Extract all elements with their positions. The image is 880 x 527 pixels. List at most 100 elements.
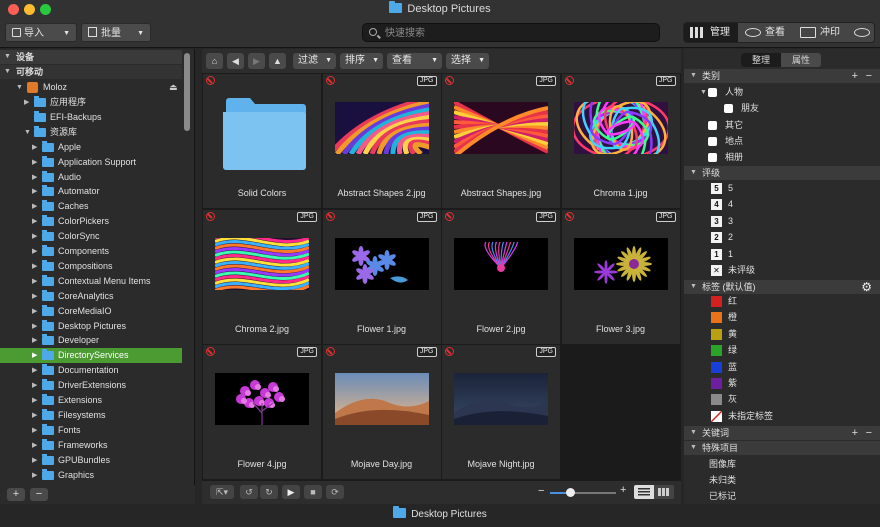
scrollbar-thumb[interactable] <box>184 53 190 131</box>
tree-item[interactable]: ▼ 资源库 <box>0 125 182 140</box>
disclosure-triangle-icon[interactable]: ▶ <box>32 348 37 363</box>
checkbox[interactable] <box>724 104 733 114</box>
back-button[interactable]: ◀ <box>227 53 244 69</box>
up-button[interactable]: ▲ <box>269 53 286 69</box>
category-item[interactable]: 其它 <box>708 118 858 133</box>
view-mode-button[interactable]: 查看 <box>741 23 793 42</box>
tag-item[interactable]: 蓝 <box>711 360 861 375</box>
tree-item[interactable]: ▶ DriverExtensions <box>0 378 182 393</box>
disclosure-triangle-icon[interactable]: ▶ <box>32 378 37 393</box>
tree-item[interactable]: ▶ Fonts <box>0 423 182 438</box>
gear-icon[interactable]: ⚙ <box>861 280 872 294</box>
rating-header[interactable]: ▼ 评级 <box>684 166 880 180</box>
tree-item[interactable]: ▶ Audio <box>0 170 182 185</box>
tree-item[interactable]: ▶ Application Support <box>0 155 182 170</box>
tree-item[interactable]: ▶ ColorSync <box>0 229 182 244</box>
thumbnail-cell[interactable]: JPG Abstract Shapes 2.jpg <box>322 74 441 208</box>
thumbnail-cell[interactable]: JPG Abstract Shapes.jpg <box>442 74 560 208</box>
thumbnail-cell[interactable]: JPG Flower 2.jpg <box>442 209 560 344</box>
batch-button[interactable]: 批量 ▼ <box>81 23 151 42</box>
tags-header[interactable]: ▼ 标签 (默认值) ⚙ <box>684 280 880 294</box>
disclosure-triangle-icon[interactable]: ▶ <box>32 184 37 199</box>
category-item[interactable]: 地点 <box>708 134 858 149</box>
disclosure-triangle-icon[interactable]: ▶ <box>32 274 37 289</box>
special-item[interactable]: 未归类 <box>709 473 859 488</box>
tag-item[interactable]: 紫 <box>711 376 861 391</box>
thumbnail-cell[interactable]: Solid Colors <box>203 74 321 208</box>
thumbnail-cell[interactable]: JPG Chroma 2.jpg <box>203 209 321 344</box>
keywords-header[interactable]: ▼ 关键词 + − <box>684 426 880 440</box>
tree-item[interactable]: ▶ Compositions <box>0 259 182 274</box>
tree-item[interactable]: ▶ 应用程序 <box>0 95 182 110</box>
disclosure-triangle-icon[interactable]: ▶ <box>32 140 37 155</box>
search-input[interactable] <box>385 25 645 41</box>
tree-item[interactable]: ▶ Developer <box>0 333 182 348</box>
thumbnail-cell[interactable]: JPG Flower 1.jpg <box>322 209 441 344</box>
quick-search[interactable] <box>362 23 660 42</box>
preview-toggle-button[interactable] <box>850 23 874 42</box>
add-category-button[interactable]: + <box>852 69 858 83</box>
disclosure-triangle-icon[interactable]: ▶ <box>32 438 37 453</box>
disclosure-triangle-icon[interactable]: ▶ <box>32 170 37 185</box>
tab-organize[interactable]: 整理 <box>741 53 781 67</box>
print-mode-button[interactable]: 冲印 <box>796 23 848 42</box>
add-folder-button[interactable]: + <box>7 488 25 501</box>
tag-item[interactable]: 绿 <box>711 343 861 358</box>
tree-item[interactable]: ▶ Automator <box>0 184 182 199</box>
tree-item[interactable]: ▶ CoreAnalytics <box>0 289 182 304</box>
tag-item[interactable]: 红 <box>711 294 861 309</box>
special-header[interactable]: ▼ 特殊项目 <box>684 441 880 455</box>
thumbnail-cell[interactable]: JPG Flower 3.jpg <box>561 209 680 344</box>
rotate-left-button[interactable]: ↺ <box>240 485 258 499</box>
category-item[interactable]: 人物 <box>708 85 858 100</box>
tree-item[interactable]: ▶ CoreMediaIO <box>0 304 182 319</box>
rotate-right-button[interactable]: ↻ <box>260 485 278 499</box>
sort-dropdown[interactable]: 排序 ▼ <box>340 53 383 69</box>
disclosure-triangle-icon[interactable]: ▶ <box>32 214 37 229</box>
refresh-button[interactable]: ⟳ <box>326 485 344 499</box>
thumbnail-cell[interactable]: JPG Chroma 1.jpg <box>561 74 680 208</box>
filter-dropdown[interactable]: 过滤 ▼ <box>293 53 336 69</box>
tree-item[interactable]: ▶ ColorPickers <box>0 214 182 229</box>
disclosure-triangle-icon[interactable]: ▶ <box>32 199 37 214</box>
disclosure-triangle-icon[interactable]: ▶ <box>32 468 37 483</box>
stop-button[interactable]: ■ <box>304 485 322 499</box>
sidebar-scrollbar[interactable] <box>184 53 191 483</box>
tree-item[interactable]: ▶ Apple <box>0 140 182 155</box>
disclosure-triangle-icon[interactable]: ▶ <box>32 408 37 423</box>
special-item[interactable]: 已标记 <box>709 489 859 504</box>
rating-item[interactable]: 22 <box>711 230 861 245</box>
add-keywords-button[interactable]: + <box>852 426 858 440</box>
rating-item[interactable]: 55 <box>711 181 861 196</box>
disclosure-triangle-icon[interactable]: ▼ <box>690 441 697 455</box>
select-dropdown[interactable]: 选择 ▼ <box>446 53 489 69</box>
tree-item[interactable]: ▶ Frameworks <box>0 438 182 453</box>
disclosure-triangle-icon[interactable]: ▶ <box>32 155 37 170</box>
disclosure-triangle-icon[interactable]: ▶ <box>32 319 37 334</box>
tree-item[interactable]: ▶ Components <box>0 244 182 259</box>
rating-item[interactable]: 11 <box>711 247 861 262</box>
drive-row[interactable]: ▼ Moloz ⏏ <box>0 80 182 95</box>
disclosure-triangle-icon[interactable]: ▼ <box>690 69 697 83</box>
tag-item[interactable]: 灰 <box>711 392 861 407</box>
disclosure-triangle-icon[interactable]: ▶ <box>32 423 37 438</box>
disclosure-triangle-icon[interactable]: ▶ <box>32 289 37 304</box>
eject-icon[interactable]: ⏏ <box>169 80 178 95</box>
tree-item[interactable]: ▶ Documentation <box>0 363 182 378</box>
tree-item[interactable]: ▶ Contextual Menu Items <box>0 274 182 289</box>
disclosure-triangle-icon[interactable]: ▼ <box>24 125 31 140</box>
category-item[interactable]: 朋友 <box>724 101 874 116</box>
forward-button[interactable]: ▶ <box>248 53 265 69</box>
thumbnail-size-slider[interactable] <box>550 488 616 497</box>
checkbox[interactable] <box>708 153 717 163</box>
remove-keywords-button[interactable]: − <box>866 426 872 440</box>
disclosure-triangle-icon[interactable]: ▶ <box>24 95 29 110</box>
rating-item[interactable]: 44 <box>711 197 861 212</box>
checkbox[interactable] <box>708 120 717 130</box>
home-button[interactable]: ⌂ <box>206 53 223 69</box>
disclosure-triangle-icon[interactable]: ▶ <box>32 244 37 259</box>
checkbox[interactable] <box>708 88 717 97</box>
slideshow-button[interactable]: ▶ <box>282 485 300 499</box>
tag-item[interactable]: 未指定标签 <box>710 409 861 424</box>
view-dropdown[interactable]: 查看 ▼ <box>387 53 442 69</box>
